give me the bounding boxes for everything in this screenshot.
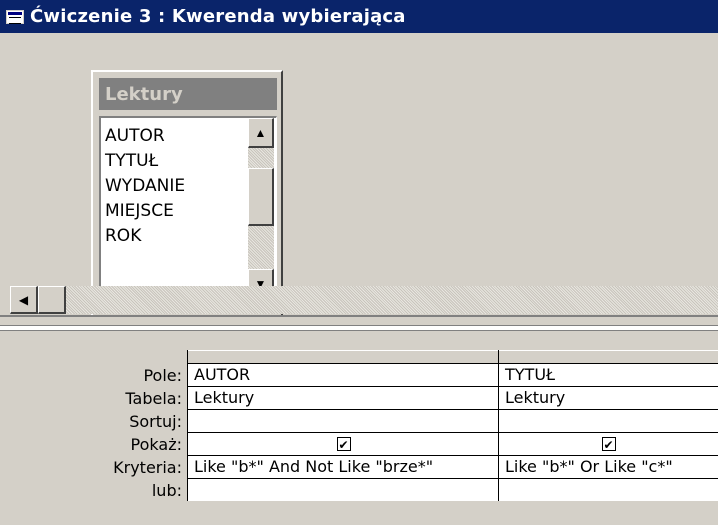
table-pane: Lektury AUTOR TYTUŁ WYDANIE MIEJSCE ROK …	[0, 33, 718, 318]
field-list-vertical-scrollbar[interactable]: ▲ ▼	[248, 118, 274, 299]
splitter-bar[interactable]	[0, 325, 718, 331]
sort-cell[interactable]	[499, 410, 718, 433]
table-cell[interactable]: Lektury	[499, 387, 718, 410]
table-cell[interactable]: Lektury	[188, 387, 499, 410]
row-label-sort: Sortuj:	[129, 412, 182, 431]
or-cell[interactable]	[188, 479, 499, 501]
field-item[interactable]: WYDANIE	[105, 174, 185, 199]
table-title[interactable]: Lektury	[99, 78, 277, 110]
or-cell[interactable]	[499, 479, 718, 501]
column-selector[interactable]	[188, 350, 499, 364]
query-window-icon[interactable]	[6, 9, 24, 24]
table-pane-horizontal-scrollbar[interactable]: ◀	[10, 286, 718, 314]
table-field-list-window[interactable]: Lektury AUTOR TYTUŁ WYDANIE MIEJSCE ROK …	[91, 70, 283, 318]
criteria-cell[interactable]: Like "b*" Or Like "c*"	[499, 456, 718, 479]
field-item[interactable]: AUTOR	[105, 124, 185, 149]
grid-row-labels: Pole: Tabela: Sortuj: Pokaż: Kryteria: l…	[0, 364, 182, 502]
grid-column-2: TYTUŁ Lektury ✔ Like "b*" Or Like "c*"	[498, 350, 718, 501]
sort-cell[interactable]	[188, 410, 499, 433]
criteria-cell[interactable]: Like "b*" And Not Like "brze*"	[188, 456, 499, 479]
row-label-or: lub:	[151, 481, 182, 500]
check-icon: ✔	[338, 438, 349, 452]
horizontal-scroll-thumb[interactable]	[38, 286, 66, 314]
show-cell[interactable]: ✔	[188, 433, 499, 456]
show-checkbox[interactable]: ✔	[336, 437, 351, 452]
left-arrow-icon: ◀	[18, 292, 29, 307]
window-title: Ćwiczenie 3 : Kwerenda wybierająca	[30, 6, 406, 27]
window-title-bar[interactable]: Ćwiczenie 3 : Kwerenda wybierająca	[0, 0, 718, 33]
row-label-table: Tabela:	[125, 389, 182, 408]
row-label-field: Pole:	[143, 366, 182, 385]
check-icon: ✔	[603, 438, 614, 452]
grid-column-1: AUTOR Lektury ✔ Like "b*" And Not Like "…	[187, 350, 499, 501]
field-item[interactable]: MIEJSCE	[105, 199, 185, 224]
field-list[interactable]: AUTOR TYTUŁ WYDANIE MIEJSCE ROK ▲ ▼	[99, 116, 277, 300]
row-label-show: Pokaż:	[130, 435, 182, 454]
show-cell[interactable]: ✔	[499, 433, 718, 456]
row-label-criteria: Kryteria:	[113, 458, 182, 477]
scroll-up-button[interactable]: ▲	[248, 118, 274, 148]
pane-splitter[interactable]	[0, 315, 718, 337]
design-grid-pane: Pole: Tabela: Sortuj: Pokaż: Kryteria: l…	[0, 337, 718, 525]
scroll-left-button[interactable]: ◀	[10, 286, 38, 314]
field-item[interactable]: ROK	[105, 224, 185, 249]
column-selector[interactable]	[499, 350, 718, 364]
field-item[interactable]: TYTUŁ	[105, 149, 185, 174]
up-arrow-icon: ▲	[254, 125, 267, 140]
field-cell[interactable]: AUTOR	[188, 364, 499, 387]
scroll-thumb[interactable]	[248, 168, 274, 226]
field-cell[interactable]: TYTUŁ	[499, 364, 718, 387]
show-checkbox[interactable]: ✔	[601, 437, 616, 452]
